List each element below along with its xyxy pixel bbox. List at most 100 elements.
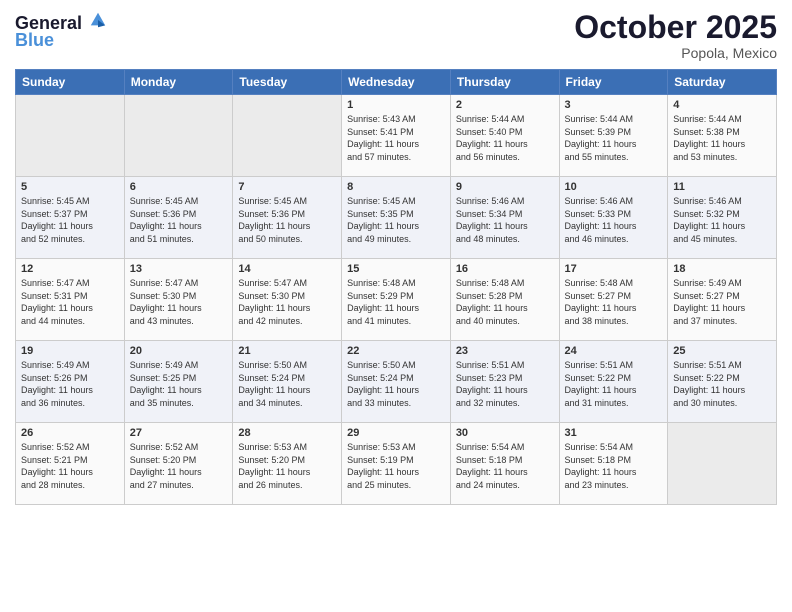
weekday-header: Monday [124,70,233,95]
calendar-cell: 15 Sunrise: 5:48 AM Sunset: 5:29 PM Dayli… [342,259,451,341]
day-number: 9 [456,181,554,193]
calendar-cell: 23 Sunrise: 5:51 AM Sunset: 5:23 PM Dayli… [450,341,559,423]
calendar-cell: 11 Sunrise: 5:46 AM Sunset: 5:32 PM Dayli… [668,177,777,259]
day-number: 7 [238,181,336,193]
calendar-cell: 5Sunrise: 5:45 AM Sunset: 5:37 PM Daylig… [16,177,125,259]
calendar-cell: 4 Sunrise: 5:44 AM Sunset: 5:38 PM Daylig… [668,95,777,177]
day-info: Sunrise: 5:44 AM Sunset: 5:38 PM Dayligh… [673,113,771,163]
day-info: Sunrise: 5:53 AM Sunset: 5:20 PM Dayligh… [238,441,336,491]
month-title: October 2025 [574,10,777,45]
calendar-cell: 19Sunrise: 5:49 AM Sunset: 5:26 PM Dayli… [16,341,125,423]
calendar-cell: 10 Sunrise: 5:46 AM Sunset: 5:33 PM Dayli… [559,177,668,259]
calendar-container: General Blue October 2025 Popola, Mexico… [0,0,792,612]
day-number: 22 [347,345,445,357]
day-number: 3 [565,99,663,111]
day-number: 6 [130,181,228,193]
day-number: 11 [673,181,771,193]
calendar-cell: 31 Sunrise: 5:54 AM Sunset: 5:18 PM Dayli… [559,423,668,505]
calendar-cell: 7 Sunrise: 5:45 AM Sunset: 5:36 PM Daylig… [233,177,342,259]
day-info: Sunrise: 5:52 AM Sunset: 5:21 PM Dayligh… [21,441,119,491]
day-info: Sunrise: 5:45 AM Sunset: 5:36 PM Dayligh… [238,195,336,245]
day-number: 23 [456,345,554,357]
calendar-cell: 30 Sunrise: 5:54 AM Sunset: 5:18 PM Dayli… [450,423,559,505]
weekday-header: Wednesday [342,70,451,95]
calendar-cell: 22 Sunrise: 5:50 AM Sunset: 5:24 PM Dayli… [342,341,451,423]
day-number: 8 [347,181,445,193]
day-info: Sunrise: 5:47 AM Sunset: 5:31 PM Dayligh… [21,277,119,327]
day-info: Sunrise: 5:48 AM Sunset: 5:29 PM Dayligh… [347,277,445,327]
day-info: Sunrise: 5:46 AM Sunset: 5:33 PM Dayligh… [565,195,663,245]
calendar-cell: 25 Sunrise: 5:51 AM Sunset: 5:22 PM Dayli… [668,341,777,423]
calendar-cell: 26 Sunrise: 5:52 AM Sunset: 5:21 PM Dayli… [16,423,125,505]
day-info: Sunrise: 5:45 AM Sunset: 5:36 PM Dayligh… [130,195,228,245]
day-info: Sunrise: 5:49 AM Sunset: 5:27 PM Dayligh… [673,277,771,327]
calendar-cell: 1 Sunrise: 5:43 AM Sunset: 5:41 PM Daylig… [342,95,451,177]
calendar-cell: 13Sunrise: 5:47 AM Sunset: 5:30 PM Dayli… [124,259,233,341]
calendar-cell: 29Sunrise: 5:53 AM Sunset: 5:19 PM Dayli… [342,423,451,505]
header: General Blue October 2025 Popola, Mexico [15,10,777,61]
calendar-week-row: 12Sunrise: 5:47 AM Sunset: 5:31 PM Dayli… [16,259,777,341]
weekday-header: Saturday [668,70,777,95]
day-number: 26 [21,427,119,439]
day-number: 17 [565,263,663,275]
day-info: Sunrise: 5:43 AM Sunset: 5:41 PM Dayligh… [347,113,445,163]
title-area: October 2025 Popola, Mexico [574,10,777,61]
day-info: Sunrise: 5:48 AM Sunset: 5:27 PM Dayligh… [565,277,663,327]
day-number: 30 [456,427,554,439]
calendar-week-row: 1 Sunrise: 5:43 AM Sunset: 5:41 PM Daylig… [16,95,777,177]
day-info: Sunrise: 5:52 AM Sunset: 5:20 PM Dayligh… [130,441,228,491]
day-info: Sunrise: 5:54 AM Sunset: 5:18 PM Dayligh… [565,441,663,491]
weekday-header: Thursday [450,70,559,95]
calendar-cell: 14 Sunrise: 5:47 AM Sunset: 5:30 PM Dayli… [233,259,342,341]
weekday-header: Tuesday [233,70,342,95]
day-info: Sunrise: 5:46 AM Sunset: 5:32 PM Dayligh… [673,195,771,245]
calendar-cell: 17 Sunrise: 5:48 AM Sunset: 5:27 PM Dayli… [559,259,668,341]
day-number: 24 [565,345,663,357]
day-info: Sunrise: 5:51 AM Sunset: 5:23 PM Dayligh… [456,359,554,409]
calendar-cell [16,95,125,177]
weekday-header-row: SundayMondayTuesdayWednesdayThursdayFrid… [16,70,777,95]
day-number: 4 [673,99,771,111]
calendar-table: SundayMondayTuesdayWednesdayThursdayFrid… [15,69,777,505]
calendar-cell: 20Sunrise: 5:49 AM Sunset: 5:25 PM Dayli… [124,341,233,423]
day-number: 18 [673,263,771,275]
day-number: 2 [456,99,554,111]
calendar-cell [668,423,777,505]
calendar-week-row: 19Sunrise: 5:49 AM Sunset: 5:26 PM Dayli… [16,341,777,423]
day-info: Sunrise: 5:46 AM Sunset: 5:34 PM Dayligh… [456,195,554,245]
calendar-week-row: 5Sunrise: 5:45 AM Sunset: 5:37 PM Daylig… [16,177,777,259]
weekday-header: Friday [559,70,668,95]
calendar-cell: 28 Sunrise: 5:53 AM Sunset: 5:20 PM Dayli… [233,423,342,505]
calendar-cell: 3Sunrise: 5:44 AM Sunset: 5:39 PM Daylig… [559,95,668,177]
calendar-cell: 8 Sunrise: 5:45 AM Sunset: 5:35 PM Daylig… [342,177,451,259]
day-number: 15 [347,263,445,275]
location-subtitle: Popola, Mexico [574,45,777,61]
day-info: Sunrise: 5:50 AM Sunset: 5:24 PM Dayligh… [347,359,445,409]
day-info: Sunrise: 5:54 AM Sunset: 5:18 PM Dayligh… [456,441,554,491]
calendar-cell: 6 Sunrise: 5:45 AM Sunset: 5:36 PM Daylig… [124,177,233,259]
day-number: 5 [21,181,119,193]
day-number: 16 [456,263,554,275]
calendar-cell: 12Sunrise: 5:47 AM Sunset: 5:31 PM Dayli… [16,259,125,341]
day-number: 10 [565,181,663,193]
calendar-cell: 27Sunrise: 5:52 AM Sunset: 5:20 PM Dayli… [124,423,233,505]
calendar-cell [233,95,342,177]
calendar-cell: 21Sunrise: 5:50 AM Sunset: 5:24 PM Dayli… [233,341,342,423]
day-number: 20 [130,345,228,357]
day-info: Sunrise: 5:45 AM Sunset: 5:35 PM Dayligh… [347,195,445,245]
day-info: Sunrise: 5:51 AM Sunset: 5:22 PM Dayligh… [673,359,771,409]
weekday-header: Sunday [16,70,125,95]
day-number: 14 [238,263,336,275]
calendar-cell: 18 Sunrise: 5:49 AM Sunset: 5:27 PM Dayli… [668,259,777,341]
day-info: Sunrise: 5:47 AM Sunset: 5:30 PM Dayligh… [238,277,336,327]
day-number: 29 [347,427,445,439]
day-number: 1 [347,99,445,111]
day-number: 28 [238,427,336,439]
day-number: 31 [565,427,663,439]
day-number: 25 [673,345,771,357]
day-info: Sunrise: 5:44 AM Sunset: 5:40 PM Dayligh… [456,113,554,163]
calendar-cell: 16Sunrise: 5:48 AM Sunset: 5:28 PM Dayli… [450,259,559,341]
day-info: Sunrise: 5:49 AM Sunset: 5:26 PM Dayligh… [21,359,119,409]
calendar-week-row: 26 Sunrise: 5:52 AM Sunset: 5:21 PM Dayli… [16,423,777,505]
calendar-cell: 24Sunrise: 5:51 AM Sunset: 5:22 PM Dayli… [559,341,668,423]
